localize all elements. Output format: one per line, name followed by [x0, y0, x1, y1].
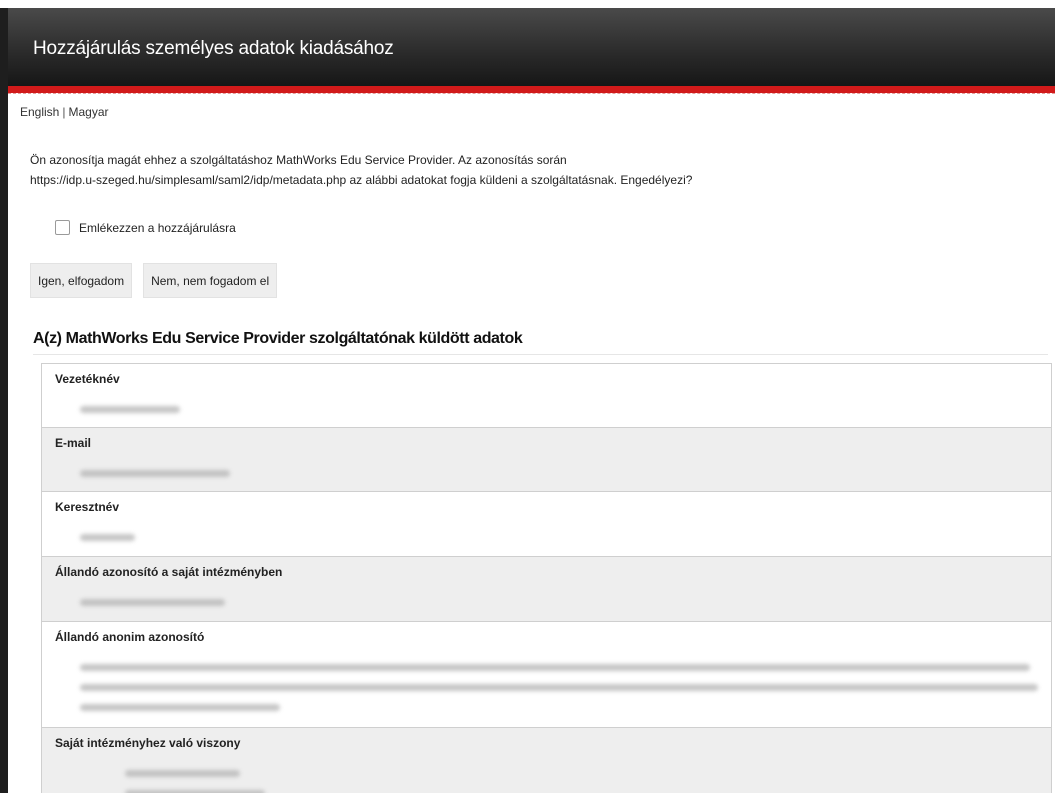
- attribute-value-obscured: [55, 518, 1038, 547]
- attribute-name: E-mail: [55, 436, 92, 450]
- language-english-link[interactable]: English: [20, 105, 59, 119]
- attribute-row: E-mail: [42, 428, 1051, 492]
- attribute-name: Saját intézményhez való viszony: [55, 736, 241, 750]
- reject-button[interactable]: Nem, nem fogadom el: [143, 263, 278, 298]
- page-header: Hozzájárulás személyes adatok kiadásához: [8, 8, 1055, 86]
- attribute-name: Állandó azonosító a saját intézményben: [55, 565, 283, 579]
- intro-line-1: Ön azonosítja magát ehhez a szolgáltatás…: [30, 153, 567, 167]
- remember-consent[interactable]: Emlékezzen a hozzájárulásra: [55, 220, 236, 235]
- remember-label: Emlékezzen a hozzájárulásra: [79, 220, 236, 235]
- attribute-name: Keresztnév: [55, 500, 120, 514]
- language-switcher: English | Magyar: [20, 105, 109, 119]
- attribute-row: Vezetéknév: [42, 364, 1051, 428]
- attribute-row: Állandó azonosító a saját intézményben: [42, 557, 1051, 622]
- language-magyar: Magyar: [68, 105, 109, 119]
- top-strip: [0, 0, 1055, 8]
- attributes-title: A(z) MathWorks Edu Service Provider szol…: [33, 330, 1048, 355]
- consent-buttons: Igen, elfogadom Nem, nem fogadom el: [30, 263, 278, 298]
- attribute-value-obscured: [55, 648, 1038, 717]
- attributes-table: Vezetéknév E-mail Keresztnév Állandó azo…: [41, 363, 1052, 793]
- accept-button[interactable]: Igen, elfogadom: [30, 263, 133, 298]
- attribute-row: Keresztnév: [42, 492, 1051, 557]
- attribute-name: Vezetéknév: [55, 372, 120, 386]
- language-separator: |: [62, 105, 66, 119]
- accent-bar: [8, 86, 1055, 93]
- remember-checkbox[interactable]: [55, 220, 70, 235]
- window-frame: Hozzájárulás személyes adatok kiadásához…: [0, 8, 1055, 793]
- page-title: Hozzájárulás személyes adatok kiadásához: [33, 38, 394, 59]
- attribute-row: Saját intézményhez való viszony: [42, 728, 1051, 793]
- consent-intro: Ön azonosítja magát ehhez a szolgáltatás…: [30, 150, 1040, 190]
- attribute-value-obscured: [55, 454, 1038, 483]
- consent-page: Hozzájárulás személyes adatok kiadásához…: [8, 8, 1055, 793]
- attribute-name: Állandó anonim azonosító: [55, 630, 205, 644]
- attribute-value-obscured: [55, 390, 1038, 419]
- attribute-value-obscured: [55, 583, 1038, 612]
- divider: [8, 93, 1055, 94]
- attribute-row: Állandó anonim azonosító: [42, 622, 1051, 728]
- attribute-value-obscured: [55, 754, 1038, 793]
- intro-line-2: https://idp.u-szeged.hu/simplesaml/saml2…: [30, 173, 693, 187]
